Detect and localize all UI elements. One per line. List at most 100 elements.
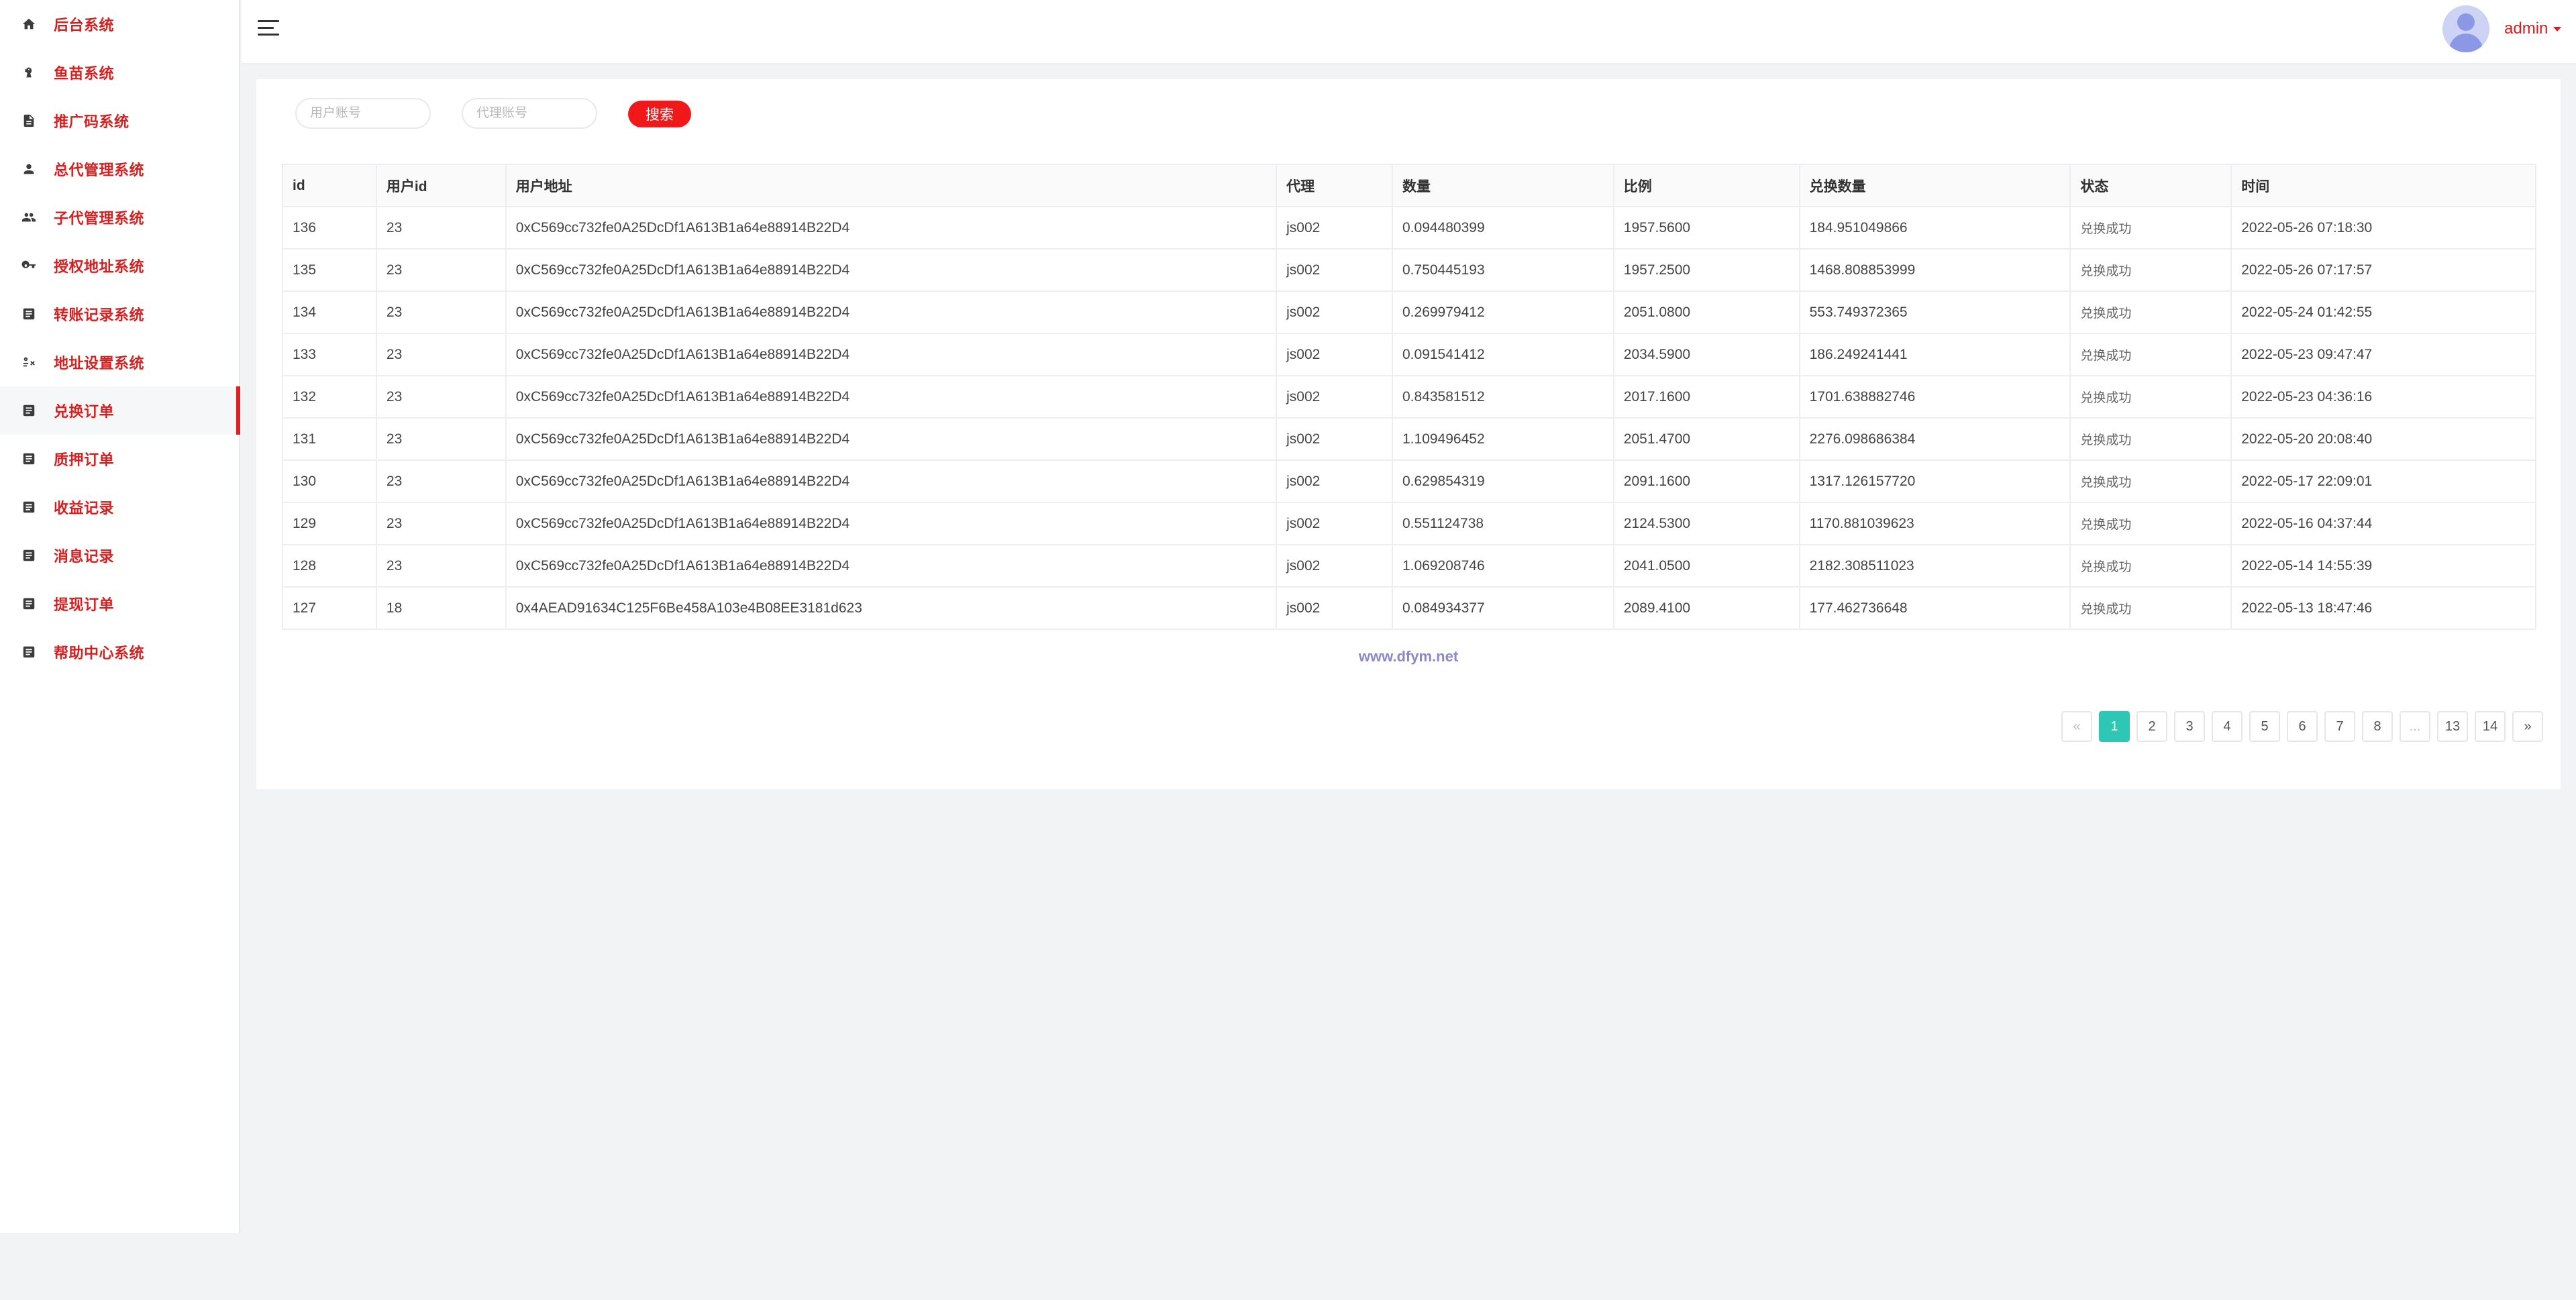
page-button[interactable]: 3 bbox=[2174, 711, 2205, 742]
table-cell: 0xC569cc732fe0A25DcDf1A613B1a64e88914B22… bbox=[505, 375, 1278, 419]
table-cell: 0.551124738 bbox=[1392, 502, 1614, 545]
table-row: 130 23 0xC569cc732fe0A25DcDf1A613B1a64e889… bbox=[282, 459, 2536, 503]
list-icon bbox=[20, 595, 38, 612]
table-cell: 兑换成功 bbox=[2069, 502, 2232, 545]
sidebar-item-6[interactable]: 转账记录系统 bbox=[0, 290, 239, 338]
column-header: 用户地址 bbox=[505, 164, 1278, 207]
sidebar-item-4[interactable]: 子代管理系统 bbox=[0, 193, 239, 241]
sidebar-item-label: 推广码系统 bbox=[54, 113, 130, 130]
search-button[interactable]: 搜索 bbox=[628, 101, 691, 127]
table-cell: 131 bbox=[282, 417, 377, 461]
sidebar-item-3[interactable]: 总代管理系统 bbox=[0, 145, 239, 193]
sidebar-item-label: 质押订单 bbox=[54, 451, 115, 468]
sidebar-item-label: 收益记录 bbox=[54, 500, 115, 517]
list-icon bbox=[20, 305, 38, 323]
table-cell: 2022-05-26 07:17:57 bbox=[2230, 248, 2536, 292]
column-header: 状态 bbox=[2069, 164, 2232, 207]
sidebar-item-8[interactable]: 兑换订单 bbox=[0, 386, 240, 435]
menu-toggle-icon[interactable] bbox=[258, 20, 280, 40]
page-ellipsis: ... bbox=[2400, 711, 2430, 742]
table-cell: 23 bbox=[375, 417, 507, 461]
table-cell: 177.462736648 bbox=[1798, 586, 2071, 630]
table-cell: 132 bbox=[282, 375, 377, 419]
sidebar-item-11[interactable]: 消息记录 bbox=[0, 531, 239, 580]
agent-account-input[interactable] bbox=[462, 98, 597, 129]
people-icon bbox=[20, 209, 38, 226]
page-button[interactable]: 4 bbox=[2212, 711, 2243, 742]
table-cell: 2022-05-23 04:36:16 bbox=[2230, 375, 2536, 419]
table-cell: 134 bbox=[282, 290, 377, 334]
sidebar-item-13[interactable]: 帮助中心系统 bbox=[0, 628, 239, 676]
table-cell: 186.249241441 bbox=[1798, 333, 2071, 376]
next-page-button[interactable]: » bbox=[2512, 711, 2543, 742]
list-icon bbox=[20, 547, 38, 564]
table-cell: js002 bbox=[1276, 544, 1393, 588]
table-cell: 0xC569cc732fe0A25DcDf1A613B1a64e88914B22… bbox=[505, 290, 1278, 334]
table-cell: 0xC569cc732fe0A25DcDf1A613B1a64e88914B22… bbox=[505, 248, 1278, 292]
sidebar-item-label: 子代管理系统 bbox=[54, 210, 145, 227]
pagination: «1 2 3 4 5 6 7 8... 13 14» bbox=[2055, 711, 2543, 742]
table-cell: 184.951049866 bbox=[1798, 206, 2071, 250]
page-button[interactable]: 14 bbox=[2475, 711, 2506, 742]
sidebar-item-10[interactable]: 收益记录 bbox=[0, 483, 239, 531]
sidebar-item-5[interactable]: 授权地址系统 bbox=[0, 241, 239, 290]
page-button[interactable]: 8 bbox=[2362, 711, 2393, 742]
table-cell: 1.109496452 bbox=[1392, 417, 1614, 461]
page-button[interactable]: 13 bbox=[2437, 711, 2468, 742]
sidebar-item-9[interactable]: 质押订单 bbox=[0, 435, 239, 483]
table-cell: js002 bbox=[1276, 502, 1393, 545]
page-button[interactable]: 5 bbox=[2249, 711, 2280, 742]
table-row: 133 23 0xC569cc732fe0A25DcDf1A613B1a64e889… bbox=[282, 333, 2536, 376]
table-cell: 129 bbox=[282, 502, 377, 545]
table-cell: 2276.098686384 bbox=[1798, 417, 2071, 461]
table-cell: 1701.638882746 bbox=[1798, 375, 2071, 419]
home-icon bbox=[20, 15, 38, 33]
table-cell: 23 bbox=[375, 290, 507, 334]
caret-down-icon bbox=[2553, 26, 2562, 32]
table-cell: 23 bbox=[375, 248, 507, 292]
sidebar-item-label: 鱼苗系统 bbox=[54, 65, 115, 82]
table-cell: 23 bbox=[375, 206, 507, 250]
table-cell: 2022-05-17 22:09:01 bbox=[2230, 459, 2536, 503]
avatar[interactable] bbox=[2442, 5, 2489, 52]
table-cell: 2022-05-16 04:37:44 bbox=[2230, 502, 2536, 545]
table-cell: js002 bbox=[1276, 417, 1393, 461]
user-name-label: admin bbox=[2504, 19, 2548, 38]
table-cell: 0.084934377 bbox=[1392, 586, 1614, 630]
table-cell: 0xC569cc732fe0A25DcDf1A613B1a64e88914B22… bbox=[505, 206, 1278, 250]
column-header: 代理 bbox=[1276, 164, 1393, 207]
column-header: id bbox=[282, 164, 377, 207]
address-settings-icon bbox=[20, 354, 38, 371]
watermark: www.dfym.net bbox=[1358, 648, 1459, 665]
sidebar-item-label: 兑换订单 bbox=[54, 403, 115, 420]
page-button[interactable]: 1 bbox=[2099, 711, 2130, 742]
top-header: admin bbox=[242, 0, 2576, 64]
table-cell: 0xC569cc732fe0A25DcDf1A613B1a64e88914B22… bbox=[505, 459, 1278, 503]
page-button[interactable]: 7 bbox=[2324, 711, 2355, 742]
table-cell: js002 bbox=[1276, 248, 1393, 292]
key-icon bbox=[20, 257, 38, 274]
table-cell: 兑换成功 bbox=[2069, 333, 2232, 376]
user-account-input[interactable] bbox=[295, 98, 431, 129]
table-cell: 23 bbox=[375, 459, 507, 503]
sidebar-item-1[interactable]: 鱼苗系统 bbox=[0, 48, 239, 97]
exchange-orders-table: id 用户id 用户地址 代理 数量 比例 兑换数量 状态 时间 136 23 0xC569cc73… bbox=[282, 164, 2536, 630]
sidebar-item-0[interactable]: 后台系统 bbox=[0, 0, 239, 48]
sidebar-item-12[interactable]: 提现订单 bbox=[0, 580, 239, 628]
page-button[interactable]: 2 bbox=[2136, 711, 2167, 742]
sidebar-item-2[interactable]: 推广码系统 bbox=[0, 97, 239, 145]
table-cell: js002 bbox=[1276, 333, 1393, 376]
table-cell: 1317.126157720 bbox=[1798, 459, 2071, 503]
table-cell: 553.749372365 bbox=[1798, 290, 2071, 334]
table-cell: 18 bbox=[375, 586, 507, 630]
column-header: 时间 bbox=[2230, 164, 2536, 207]
page-button[interactable]: 6 bbox=[2287, 711, 2318, 742]
sidebar: 后台系统鱼苗系统推广码系统总代管理系统子代管理系统授权地址系统 转账记录系统地址设… bbox=[0, 0, 240, 1233]
sidebar-item-label: 地址设置系统 bbox=[54, 355, 145, 372]
table-cell: 0.091541412 bbox=[1392, 333, 1614, 376]
user-menu[interactable]: admin bbox=[2504, 19, 2562, 38]
table-cell: 0.269979412 bbox=[1392, 290, 1614, 334]
table-cell: 0.843581512 bbox=[1392, 375, 1614, 419]
table-cell: 1957.2500 bbox=[1612, 248, 1800, 292]
sidebar-item-7[interactable]: 地址设置系统 bbox=[0, 338, 239, 386]
